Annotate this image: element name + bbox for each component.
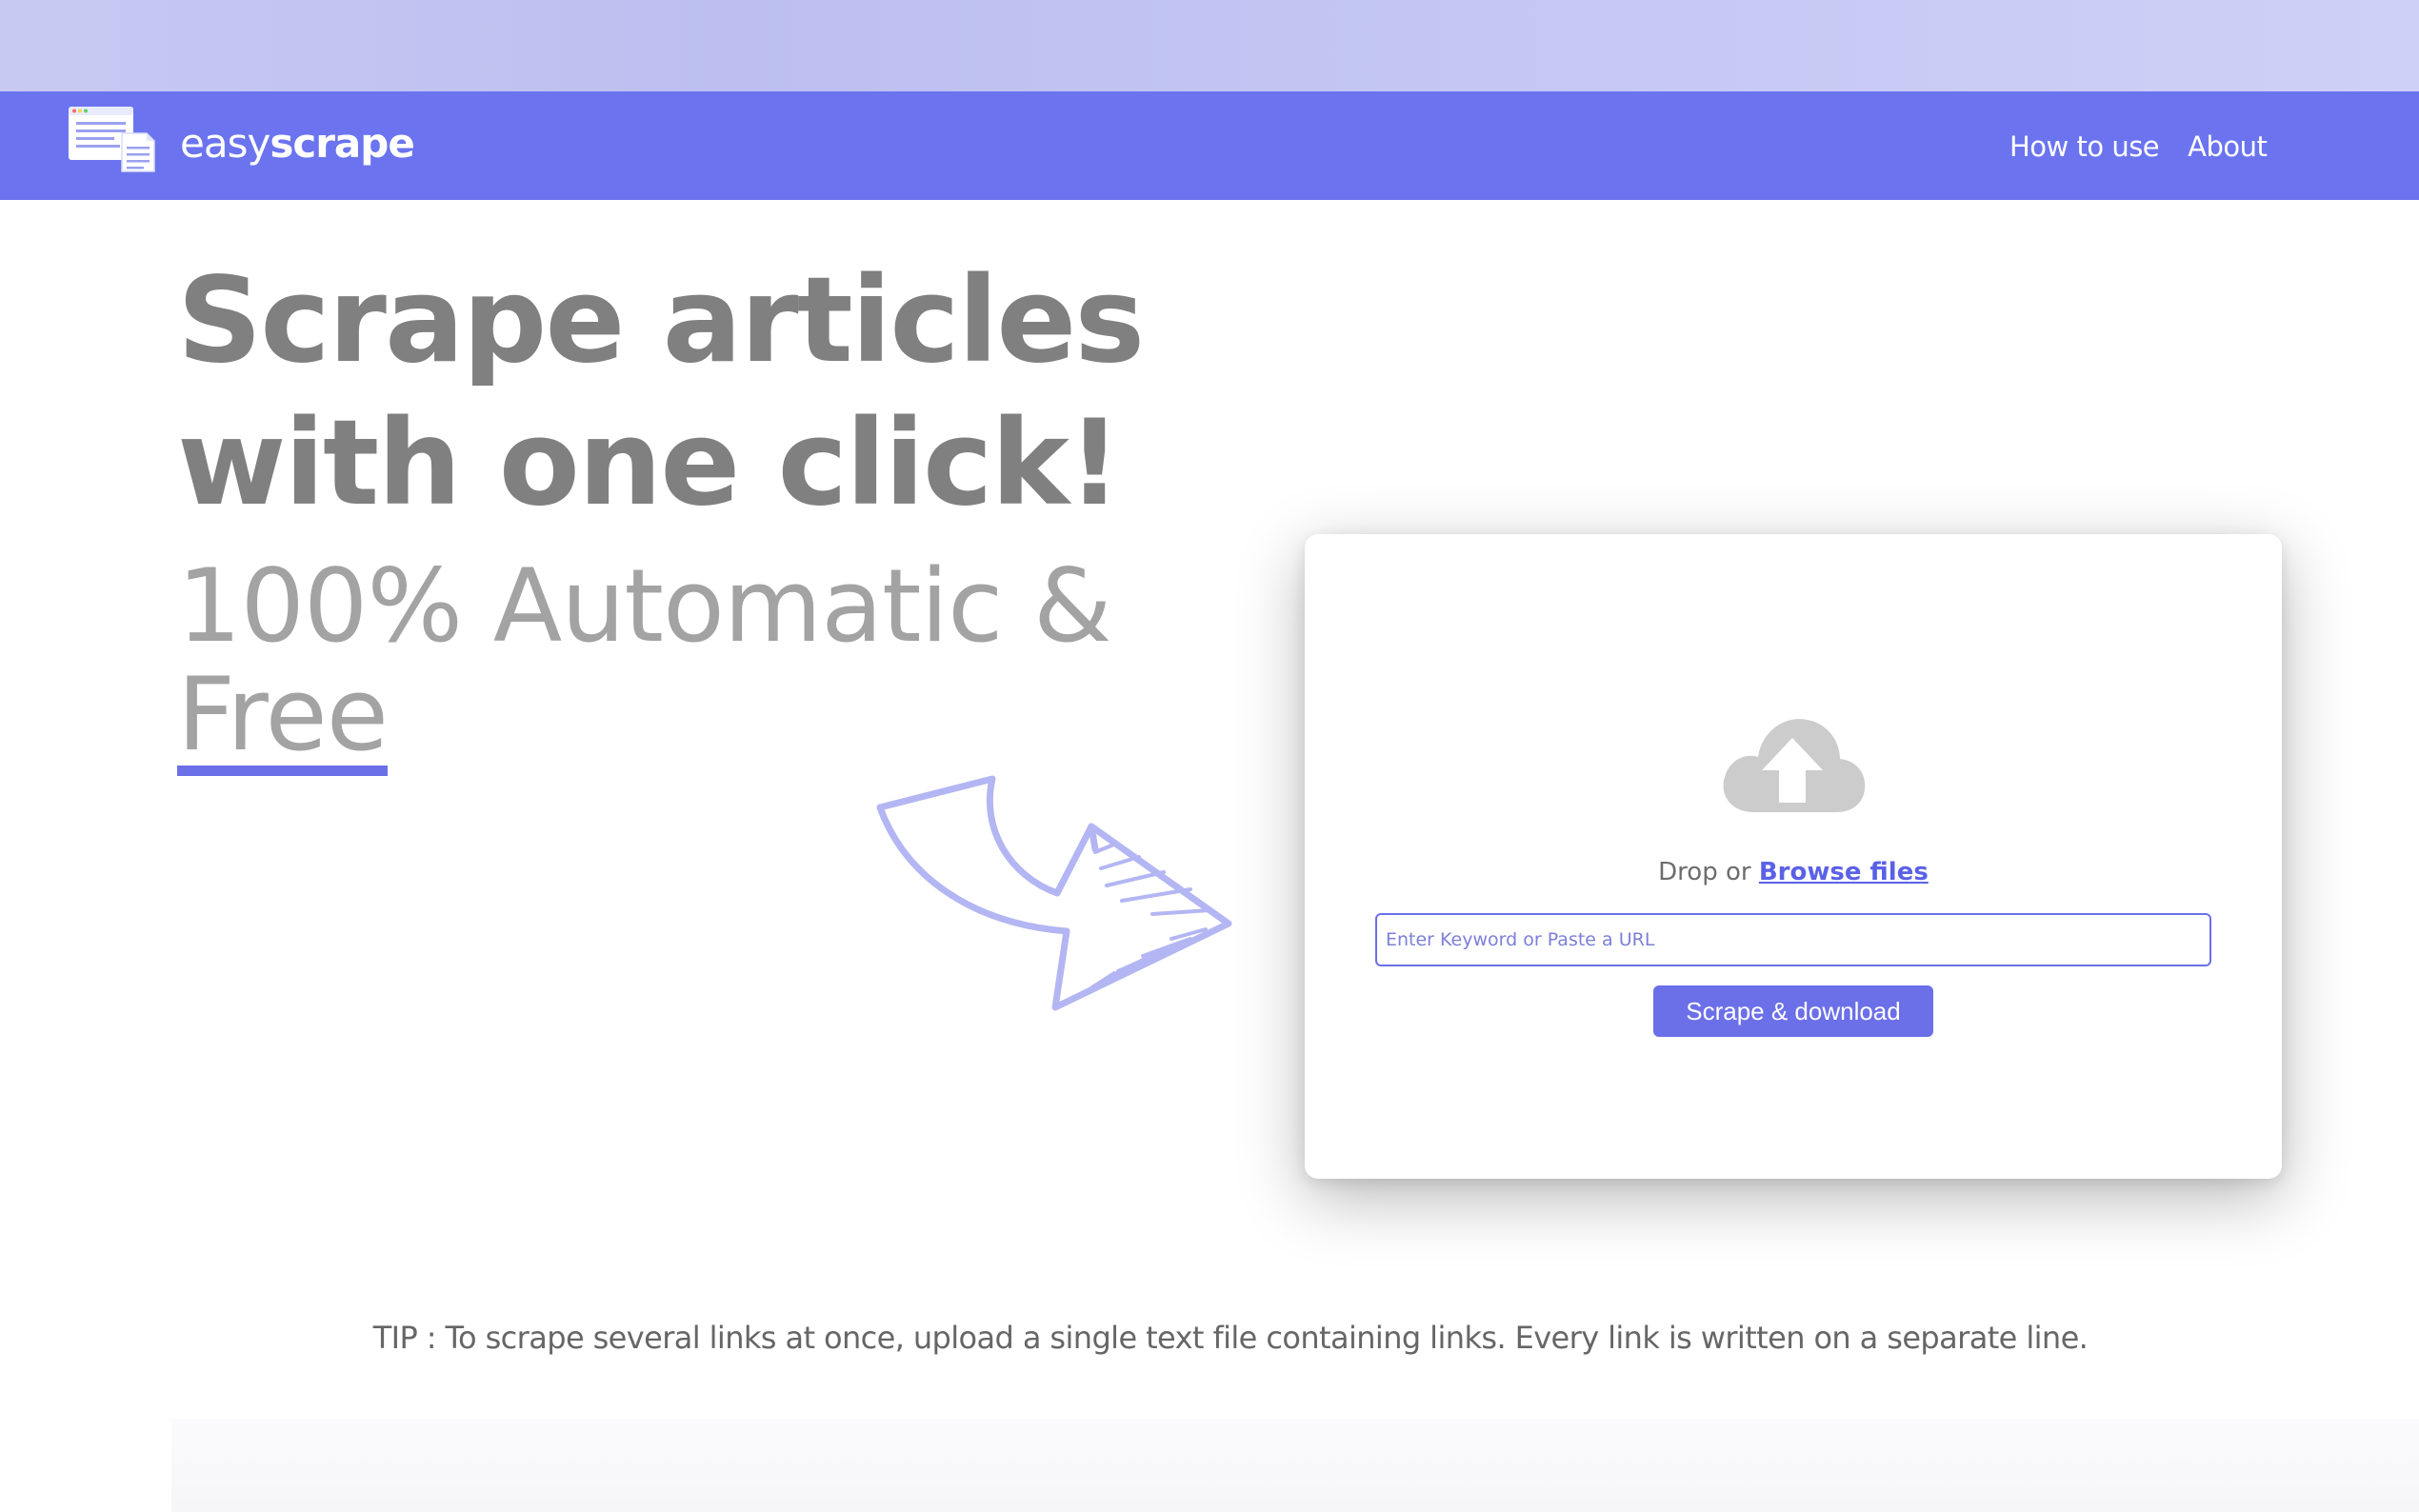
browse-files-link[interactable]: Browse files xyxy=(1759,858,1929,886)
hero-subtitle-free: Free xyxy=(177,665,389,776)
document-stack-icon[interactable] xyxy=(67,105,156,173)
top-nav: How to use About xyxy=(2009,120,2268,173)
hero-title-line2: with one click! xyxy=(177,395,1122,532)
bottom-section-band xyxy=(171,1419,2419,1512)
drop-instructions: Drop or Browse files xyxy=(1305,858,2282,886)
hero-subtitle: 100% Automatic & Free xyxy=(177,552,1225,776)
nav-about[interactable]: About xyxy=(2188,130,2268,163)
drop-text: Drop or xyxy=(1658,858,1751,886)
top-gradient-strip xyxy=(0,0,2419,91)
hero-subtitle-line1: 100% Automatic & xyxy=(177,547,1112,665)
hand-drawn-arrow-icon xyxy=(876,775,1232,1011)
header-bar: easy scrape How to use About xyxy=(0,91,2419,200)
tip-text: TIP : To scrape several links at once, u… xyxy=(372,1320,2089,1356)
brand-logo-text[interactable]: easy scrape xyxy=(180,114,415,171)
hero-title: Scrape articles with one click! xyxy=(177,249,1225,535)
brand-bold: scrape xyxy=(270,119,414,167)
hero-title-line1: Scrape articles xyxy=(177,252,1145,389)
keyword-url-input[interactable] xyxy=(1375,913,2211,966)
nav-how-to-use[interactable]: How to use xyxy=(2009,130,2160,163)
upload-card[interactable]: Drop or Browse files Scrape & download xyxy=(1305,534,2282,1179)
page: easy scrape How to use About Scrape artic… xyxy=(0,0,2419,1512)
cloud-upload-icon[interactable] xyxy=(1716,706,1869,820)
scrape-download-button[interactable]: Scrape & download xyxy=(1653,985,1933,1037)
brand-light: easy xyxy=(180,119,270,167)
